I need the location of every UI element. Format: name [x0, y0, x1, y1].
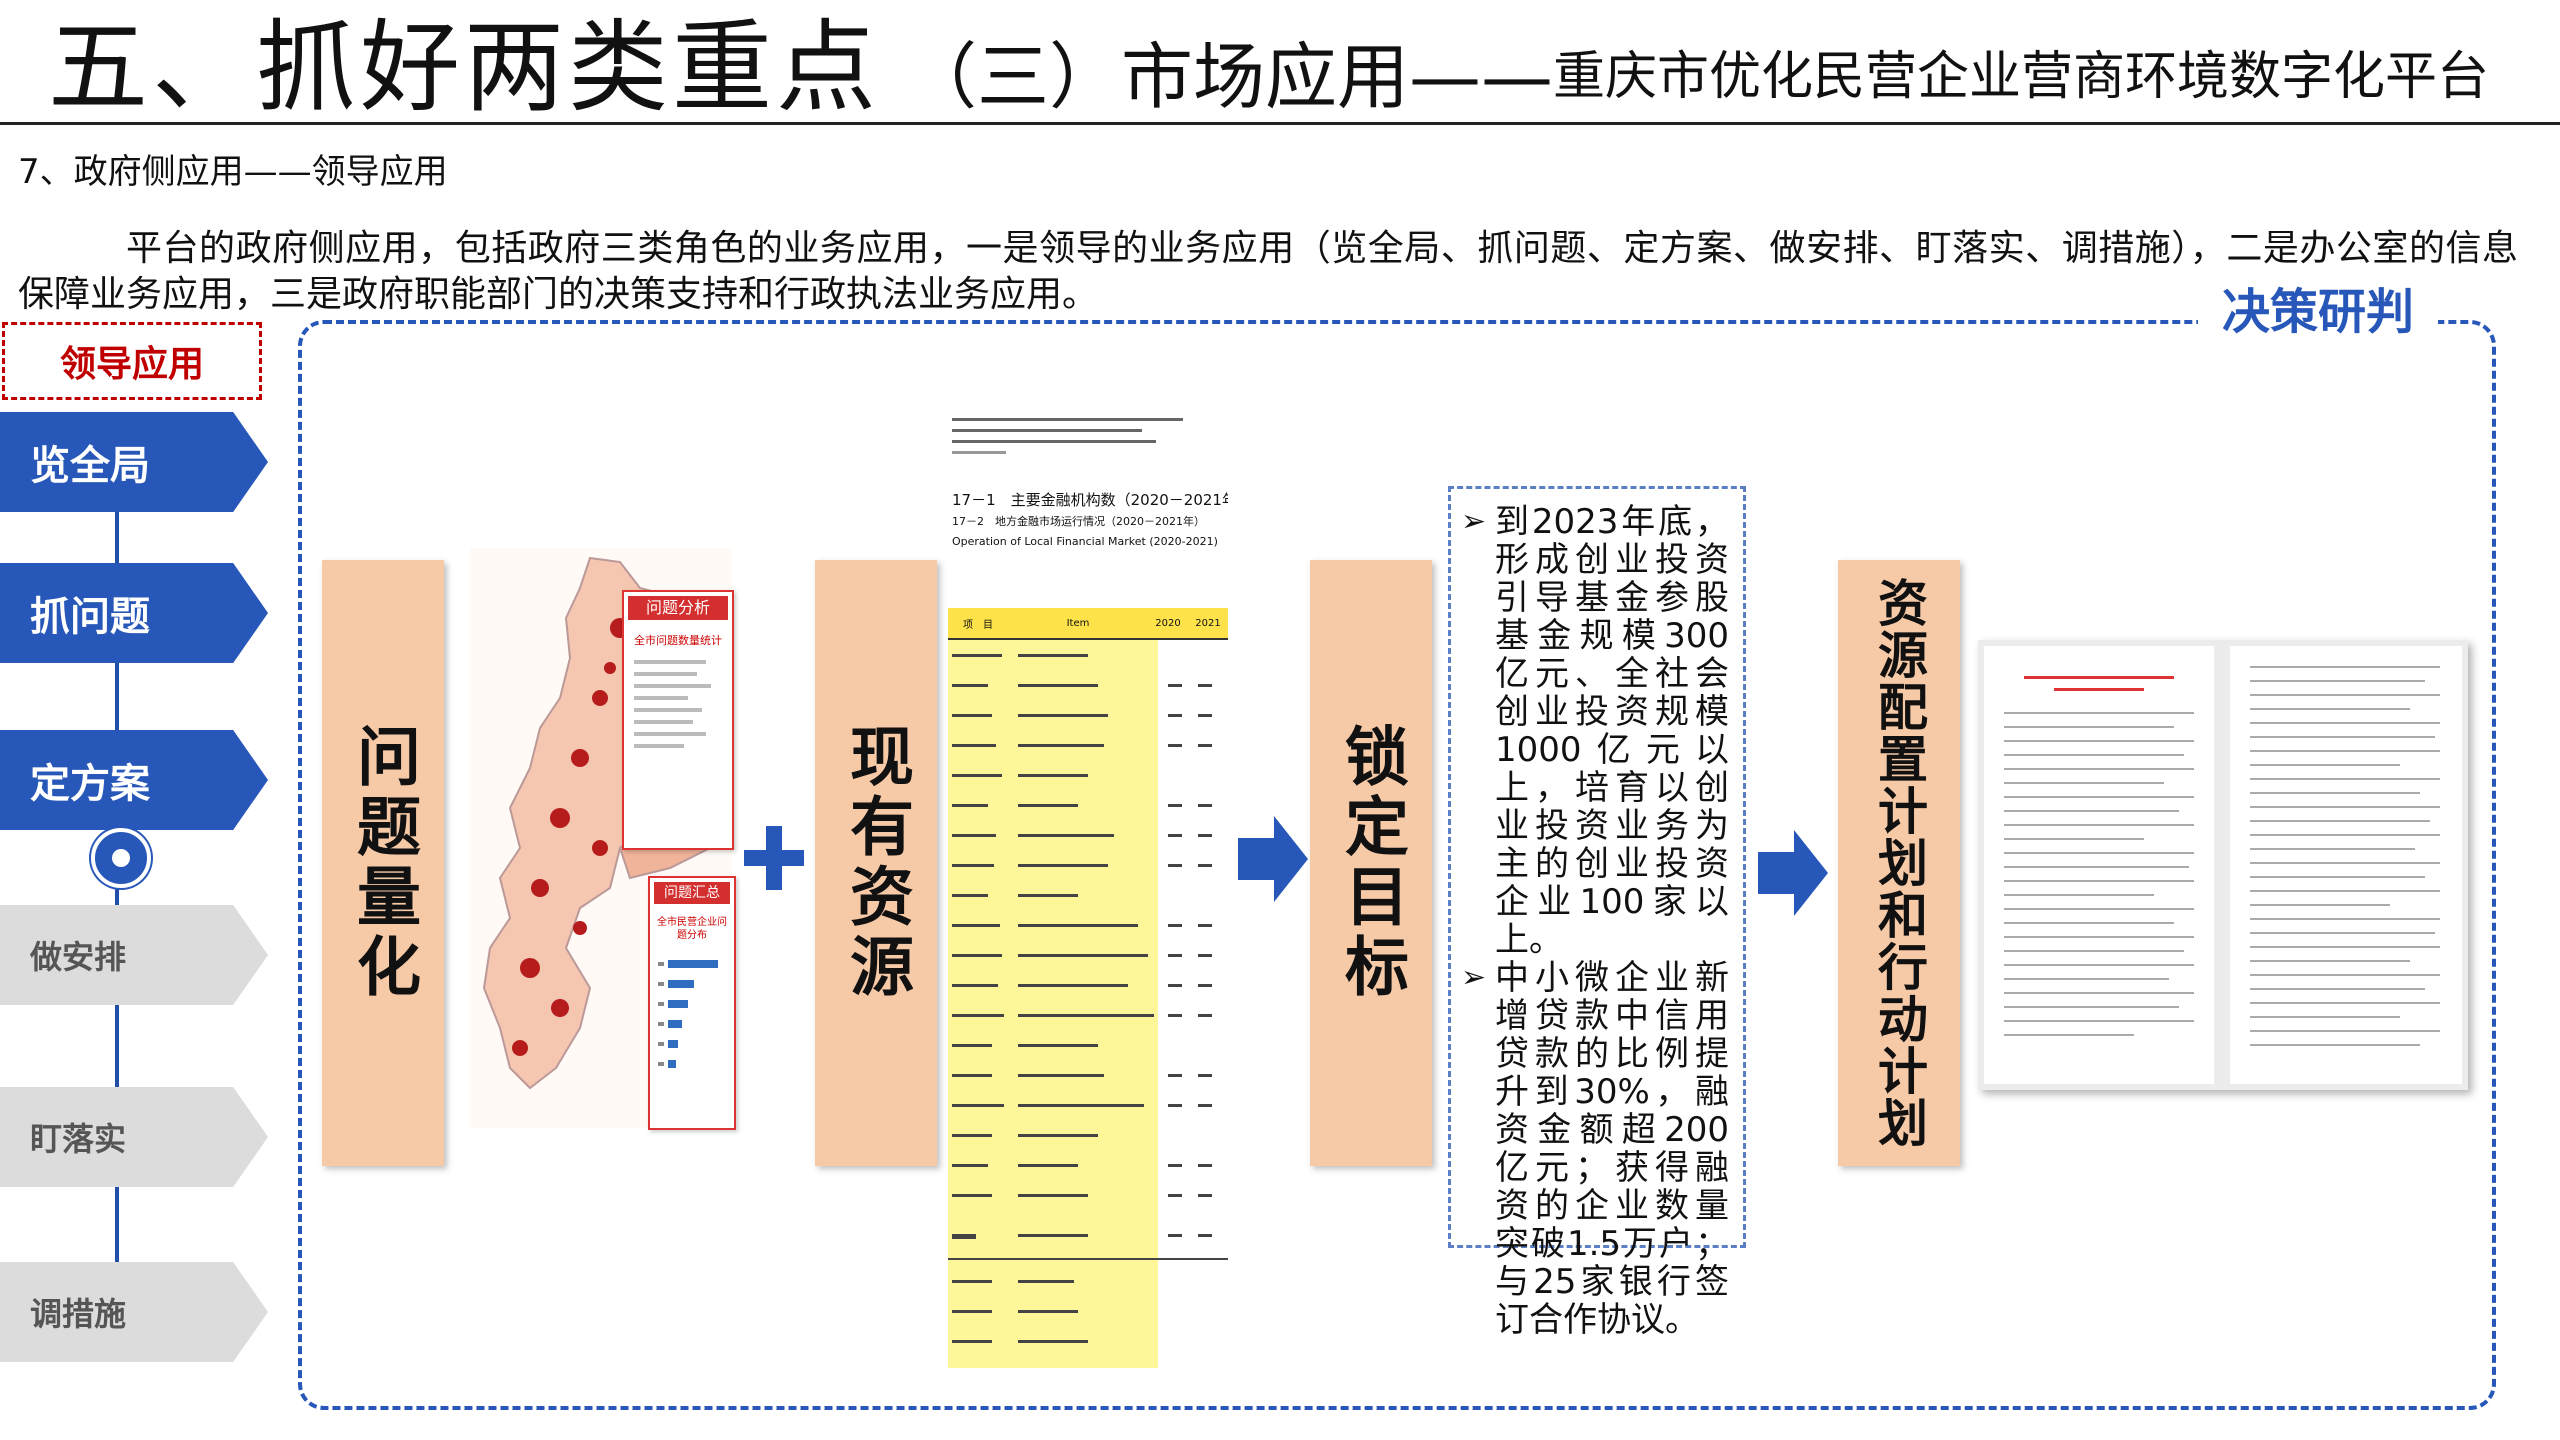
step-label: 抓问题 [30, 594, 150, 640]
step-set-plan[interactable]: 定方案 [0, 730, 268, 830]
doc-heading-2: 17－2 地方金融市场运行情况（2020－2021年） [952, 515, 1205, 528]
card-lines [634, 660, 724, 748]
plan-pages [1984, 646, 2462, 1084]
step-label: 调措施 [30, 1295, 127, 1333]
card-heading: 全市民营企业问题分布 [657, 917, 727, 941]
doc-col: Item [1066, 617, 1090, 629]
existing-resources-box: 现有资源 [815, 560, 937, 1166]
doc-table: 项 目 Item 2020 2021 [948, 608, 1228, 1370]
card-title: 问题汇总 [654, 882, 730, 904]
doc-table-rows [948, 640, 1228, 1370]
arrow-bullet-icon: ➢ [1461, 960, 1487, 995]
step-grasp-problems[interactable]: 抓问题 [0, 563, 268, 663]
target-item: ➢ 中小微企业新增贷款中信用贷款的比例提升到30%，融资金额超200亿元；获得融… [1461, 959, 1729, 1339]
financial-statistics-document: 17－1 主要金融机构数（2020－2021年） 17－2 地方金融市场运行情况… [948, 408, 1228, 1370]
step-label: 做安排 [30, 938, 127, 976]
page-subtitle: （三）市场应用——重庆市优化民营企业营商环境数字化平台 [905, 32, 2489, 122]
arrow-right-icon [1758, 830, 1828, 916]
subtitle-part-1: （三）市场应用—— [905, 35, 1554, 119]
problem-summary-card: 问题汇总 全市民营企业问题分布 [648, 876, 736, 1130]
doc-top-lines [948, 408, 1228, 476]
target-text: 到2023年底，形成创业投资引导基金参股基金规模300亿元、全社会创业投资规模1… [1495, 502, 1729, 960]
doc-heading-1: 17－1 主要金融机构数（2020－2021年） [952, 491, 1228, 509]
header-divider [0, 122, 2560, 125]
target-item: ➢ 到2023年底，形成创业投资引导基金参股基金规模300亿元、全社会创业投资规… [1461, 503, 1729, 959]
panel-label: 决策研判 [2198, 282, 2439, 342]
step-arrange[interactable]: 做安排 [0, 905, 268, 1005]
target-list: ➢ 到2023年底，形成创业投资引导基金参股基金规模300亿元、全社会创业投资规… [1448, 486, 1746, 1339]
subtitle-part-2: 重庆市优化民营企业营商环境数字化平台 [1553, 47, 2490, 107]
plan-document-image [1978, 640, 2468, 1090]
step-overview[interactable]: 览全局 [0, 412, 268, 512]
problem-quantify-box: 问题量化 [322, 560, 444, 1166]
card-title: 问题分析 [628, 596, 728, 620]
doc-col: 2021 [1195, 617, 1221, 629]
summary-bar-mini [658, 960, 718, 1068]
leader-application-tag: 领导应用 [2, 322, 262, 400]
step-label: 盯落实 [30, 1120, 127, 1158]
step-follow-up[interactable]: 盯落实 [0, 1087, 268, 1187]
doc-table-header: 项 目 Item 2020 2021 [948, 608, 1228, 640]
step-adjust-measures[interactable]: 调措施 [0, 1262, 268, 1362]
section-heading: 7、政府侧应用——领导应用 [18, 152, 448, 192]
doc-heading-3: Operation of Local Financial Market (202… [952, 535, 1218, 548]
problem-analysis-card: 问题分析 全市问题数量统计 [622, 590, 734, 850]
page-title: 五、抓好两类重点 [48, 9, 880, 126]
doc-col: 2020 [1155, 617, 1181, 629]
plus-icon [744, 826, 804, 890]
doc-col: 项 目 [963, 619, 993, 631]
resource-plan-box: 资源配置计划和行动计划 [1838, 560, 1960, 1166]
arrow-right-icon [1238, 816, 1308, 902]
intro-paragraph: 平台的政府侧应用，包括政府三类角色的业务应用，一是领导的业务应用（览全局、抓问题… [18, 228, 2518, 315]
lock-target-box: 锁定目标 [1310, 560, 1432, 1166]
target-text: 中小微企业新增贷款中信用贷款的比例提升到30%，融资金额超200亿元；获得融资的… [1495, 958, 1729, 1340]
location-pin-icon [91, 828, 151, 888]
step-label: 定方案 [30, 761, 150, 807]
card-heading: 全市问题数量统计 [634, 634, 722, 647]
arrow-bullet-icon: ➢ [1461, 504, 1487, 539]
step-label: 览全局 [30, 443, 150, 489]
